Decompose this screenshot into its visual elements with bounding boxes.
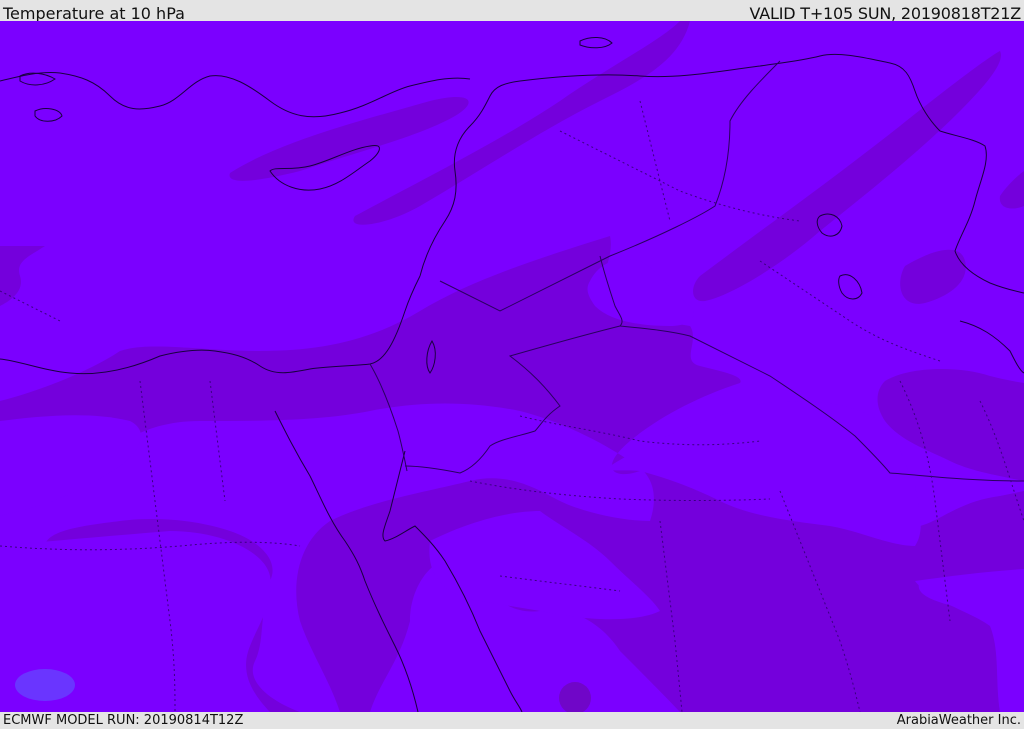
model-run-label: ECMWF MODEL RUN: 20190814T12Z (3, 713, 244, 728)
header-bar: Temperature at 10 hPa VALID T+105 SUN, 2… (0, 0, 1024, 23)
brand-label: ArabiaWeather Inc. (896, 713, 1021, 728)
footer-bar: ECMWF MODEL RUN: 20190814T12Z ArabiaWeat… (0, 712, 1024, 729)
weather-map (0, 21, 1024, 712)
cool-spot (15, 669, 75, 701)
map-canvas (0, 21, 1024, 712)
